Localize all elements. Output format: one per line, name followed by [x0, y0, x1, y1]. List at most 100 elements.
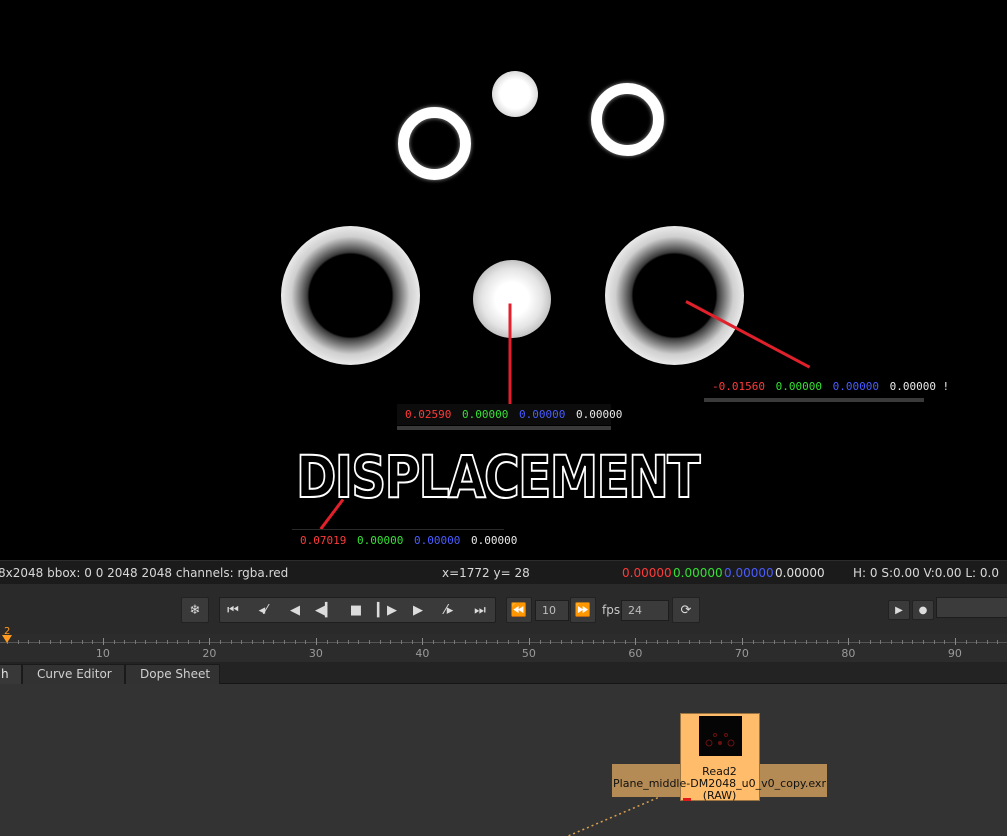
ruler-tick: [827, 640, 829, 644]
node-error-indicator: [683, 798, 691, 801]
ruler-tick: [837, 640, 839, 644]
viewer-dropdown[interactable]: [936, 597, 1007, 618]
ruler-tick: [869, 640, 871, 644]
ruler-tick: [358, 640, 360, 644]
node-thumbnail: [699, 716, 742, 756]
ruler-tick: [635, 638, 637, 645]
step-back-icon[interactable]: ◀: [282, 597, 308, 623]
ruler-tick: [124, 640, 126, 644]
viewer-info-bar: 8x2048 bbox: 0 0 2048 2048 channels: rgb…: [0, 560, 1007, 584]
displacement-text: DISPLACEMENT: [295, 443, 701, 511]
ruler-tick: [49, 640, 51, 644]
ruler-tick: [518, 640, 520, 644]
ruler-tick: [699, 640, 701, 644]
next-keyframe-icon[interactable]: ⁄▸: [436, 597, 462, 623]
play-forward-icon[interactable]: ▎▶: [374, 597, 400, 623]
ruler-tick: [273, 640, 275, 644]
ruler-tick: [880, 640, 882, 644]
small-dot-top: [492, 71, 538, 117]
ruler-tick-label: 30: [308, 647, 323, 660]
snowflake-icon[interactable]: ❄: [181, 597, 209, 623]
play-flipbook-icon[interactable]: ▶: [888, 600, 910, 620]
ruler-tick: [337, 640, 339, 644]
viewer-canvas[interactable]: DISPLACEMENT 0.02590 0.00000 0.00000 0.0…: [0, 0, 1007, 560]
ruler-tick: [667, 640, 669, 644]
ruler-tick: [784, 640, 786, 644]
loop-icon[interactable]: ⟳: [672, 597, 700, 623]
ruler-tick-label: 20: [202, 647, 217, 660]
ruler-tick-label: 90: [947, 647, 962, 660]
ruler-tick: [347, 640, 349, 644]
ruler-tick: [603, 640, 605, 644]
info-blue-value: 0.00000: [724, 566, 774, 580]
ruler-tick: [134, 640, 136, 644]
format-info: 8x2048 bbox: 0 0 2048 2048 channels: rgb…: [0, 566, 289, 580]
ruler-tick: [38, 640, 40, 644]
ruler-tick: [81, 640, 83, 644]
ruler-tick: [528, 638, 530, 645]
ruler-tick: [486, 640, 488, 644]
stop-icon[interactable]: ■: [343, 597, 369, 623]
ruler-tick: [933, 640, 935, 644]
tab-dope-sheet[interactable]: Dope Sheet: [125, 664, 220, 684]
ruler-tick-label: 70: [734, 647, 749, 660]
ruler-tick: [954, 638, 956, 645]
tab-node-graph[interactable]: h: [0, 664, 22, 684]
ruler-tick: [70, 640, 72, 644]
first-frame-icon[interactable]: ⏮: [220, 597, 246, 623]
ruler-tick: [731, 640, 733, 644]
ruler-tick: [156, 640, 158, 644]
frame-increment-field[interactable]: 10: [535, 600, 569, 621]
ruler-tick: [795, 640, 797, 644]
fast-forward-icon[interactable]: ⏩: [570, 597, 596, 623]
ruler-tick: [92, 640, 94, 644]
ruler-tick: [422, 638, 424, 645]
ruler-tick: [496, 640, 498, 644]
step-forward-icon[interactable]: ▶: [405, 597, 431, 623]
panel-tab-bar: h Curve Editor Dope Sheet: [0, 662, 1007, 684]
ruler-tick: [986, 640, 988, 644]
ruler-tick: [401, 640, 403, 644]
ruler-tick: [220, 640, 221, 644]
ruler-tick: [209, 638, 211, 645]
ruler-tick: [454, 640, 456, 644]
ruler-tick: [582, 640, 584, 644]
ruler-tick-label: 40: [415, 647, 430, 660]
ruler-tick: [60, 640, 62, 644]
tab-curve-editor[interactable]: Curve Editor: [22, 664, 125, 684]
ruler-tick: [475, 640, 477, 644]
ruler-tick: [17, 640, 19, 644]
ruler-tick-label: 10: [95, 647, 110, 660]
info-green-value: 0.00000: [673, 566, 723, 580]
record-icon[interactable]: ●: [912, 600, 934, 620]
ruler-line: [0, 642, 1007, 643]
ruler-tick: [443, 640, 445, 644]
last-frame-icon[interactable]: ⏭: [467, 597, 493, 623]
small-ring-left: [398, 107, 471, 180]
ruler-tick: [741, 638, 743, 645]
ruler-tick: [145, 640, 147, 644]
ruler-tick: [677, 640, 679, 644]
playhead-marker[interactable]: [2, 635, 12, 643]
ruler-tick: [369, 640, 371, 644]
pixel-probe-text: 0.07019 0.00000 0.00000 0.00000: [292, 529, 517, 551]
rewind-icon[interactable]: ⏪: [506, 597, 532, 623]
ruler-tick: [464, 640, 466, 644]
probe-line-center: [508, 303, 512, 406]
timeline-ruler[interactable]: 10 20 30 40 50 60 70 80 90 2: [0, 626, 1007, 662]
fps-field[interactable]: 24: [621, 600, 669, 621]
ruler-tick: [890, 640, 892, 644]
ruler-tick: [305, 640, 307, 644]
ruler-tick: [294, 640, 296, 644]
ruler-tick: [251, 640, 253, 644]
ruler-tick: [816, 640, 818, 644]
prev-keyframe-icon[interactable]: ◂⁄: [250, 597, 276, 623]
ruler-tick: [965, 640, 967, 644]
node-graph[interactable]: Read2 Plane_middle-DM2048_u0_v0_copy.exr…: [0, 684, 1007, 836]
read-node-text: Read2 Plane_middle-DM2048_u0_v0_copy.exr…: [612, 766, 827, 802]
node-colorspace: (RAW): [702, 789, 737, 802]
ruler-tick: [571, 640, 573, 644]
ruler-tick: [614, 640, 616, 644]
ruler-tick: [763, 640, 765, 644]
play-backward-icon[interactable]: ◀▎: [312, 597, 338, 623]
